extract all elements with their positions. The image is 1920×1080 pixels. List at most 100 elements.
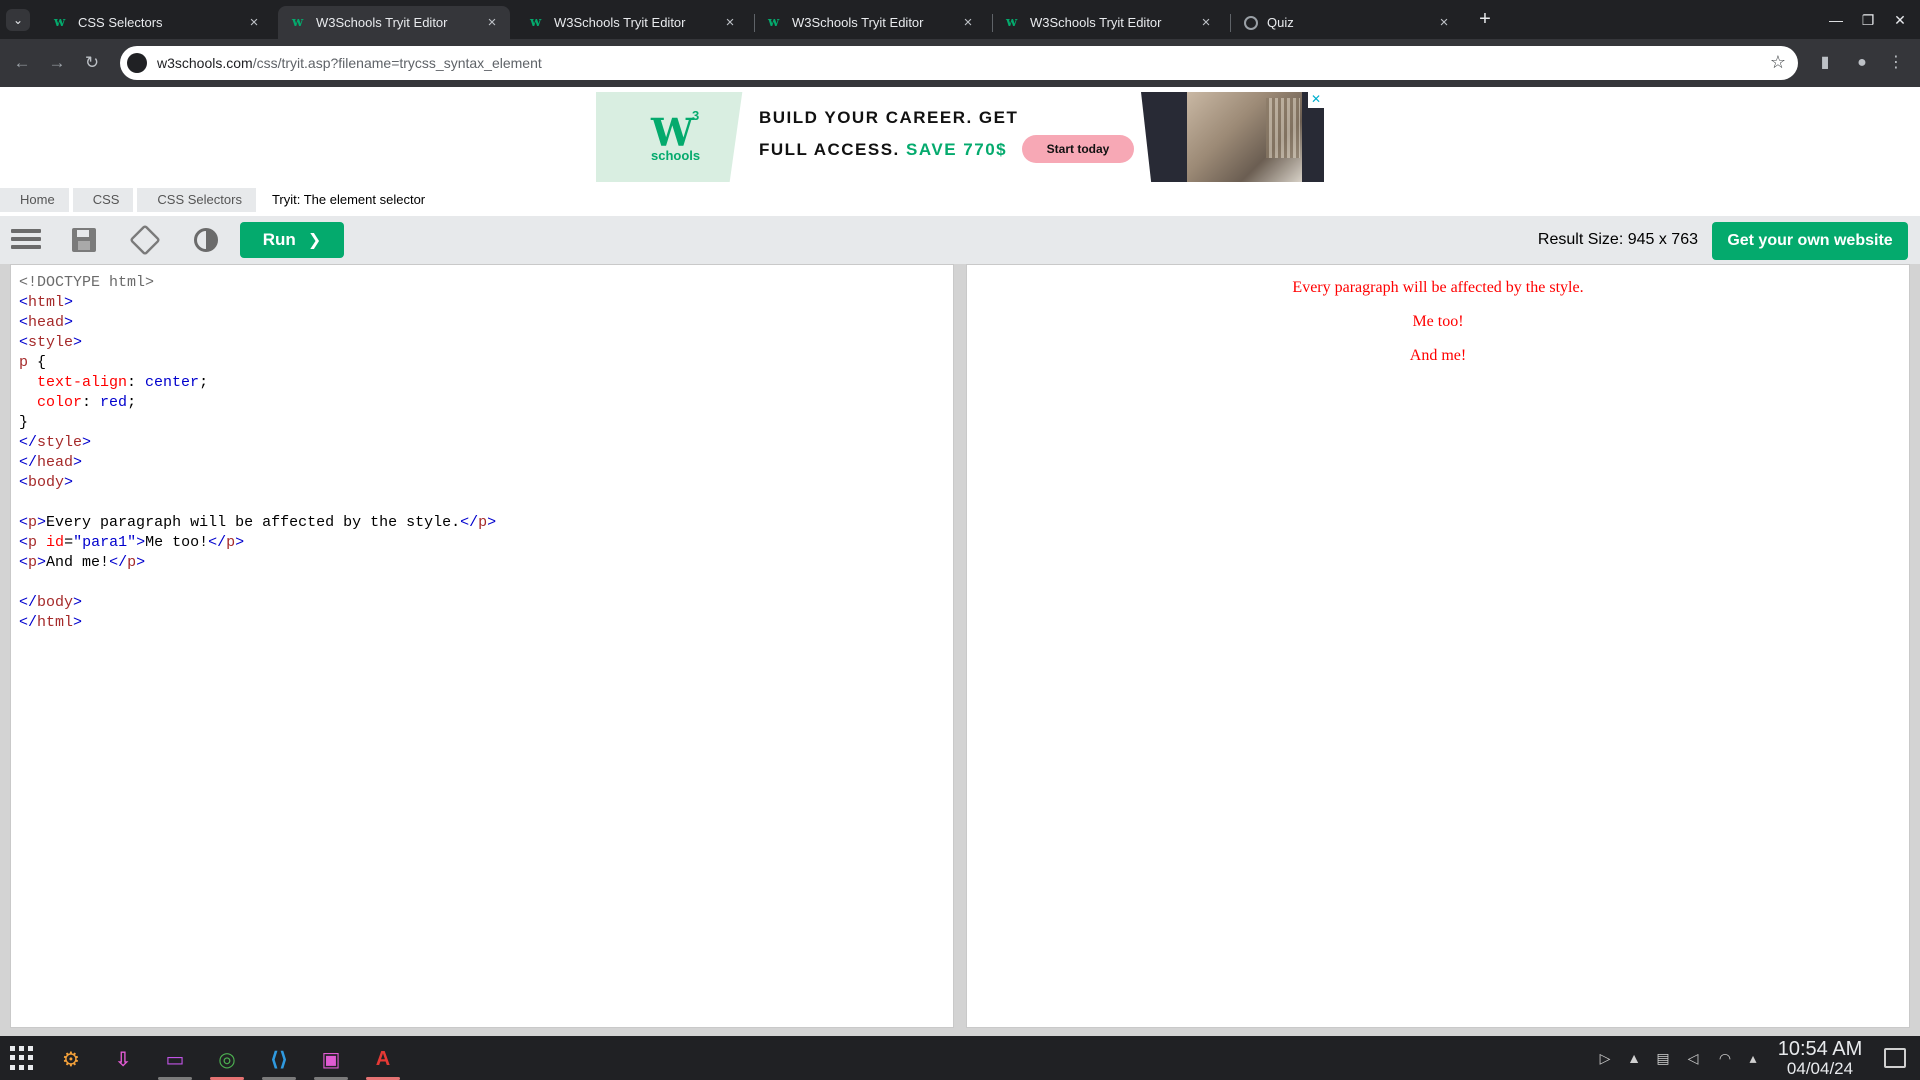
code-line[interactable]: </body> <box>19 593 945 613</box>
chevron-up-icon[interactable]: ▴ <box>1744 1049 1762 1067</box>
close-icon[interactable]: × <box>1196 14 1216 31</box>
tab-tryit-editor[interactable]: w W3Schools Tryit Editor × <box>516 6 748 39</box>
back-arrow-icon[interactable]: ← <box>10 51 34 75</box>
forward-arrow-icon[interactable]: → <box>45 51 69 75</box>
code-line[interactable]: <!DOCTYPE html> <box>19 273 945 293</box>
code-line[interactable]: </html> <box>19 613 945 633</box>
logo-text: schools <box>651 148 701 163</box>
tab-tryit-editor[interactable]: w W3Schools Tryit Editor × <box>992 6 1224 39</box>
breadcrumb-css-selectors[interactable]: CSS Selectors <box>137 188 256 212</box>
files-app-icon[interactable]: ▭ <box>158 1042 192 1076</box>
browser-toolbar: ← → ↻ w3schools.com/css/tryit.asp?filena… <box>0 39 1920 87</box>
rotate-layout-icon[interactable] <box>129 224 161 256</box>
browser-menu-icon[interactable]: ⋮ <box>1884 51 1908 75</box>
volume-icon[interactable]: ◁ <box>1684 1049 1702 1067</box>
run-button[interactable]: Run ❯ <box>240 222 344 258</box>
close-icon[interactable]: × <box>958 14 978 31</box>
text-editor-app-icon[interactable]: A <box>366 1042 400 1076</box>
chrome-app-icon[interactable]: ◎ <box>210 1042 244 1076</box>
image-viewer-app-icon[interactable]: ▣ <box>314 1042 348 1076</box>
window-close-icon[interactable]: ✕ <box>1886 8 1914 32</box>
code-token: < <box>19 534 29 551</box>
new-tab-button[interactable]: + <box>1472 8 1498 32</box>
maximize-icon[interactable]: ❐ <box>1854 8 1882 32</box>
close-icon[interactable]: × <box>482 14 502 31</box>
save-icon[interactable] <box>72 228 96 252</box>
os-taskbar: ⚙ ⇩ ▭ ◎ ⟨⟩ ▣ A ▷ ▲ ▤ ◁ ◠ ▴ 10:54 AM 04/04/24 <box>0 1036 1920 1080</box>
code-token: And me! <box>46 554 110 571</box>
code-line[interactable]: <style> <box>19 333 945 353</box>
code-line[interactable]: </style> <box>19 433 945 453</box>
code-line[interactable]: <p>And me!</p> <box>19 553 945 573</box>
close-icon[interactable]: × <box>720 14 740 31</box>
code-line[interactable]: </head> <box>19 453 945 473</box>
code-line[interactable]: color: red; <box>19 393 945 413</box>
media-play-icon[interactable]: ▷ <box>1596 1049 1614 1067</box>
ad-banner[interactable]: W 3 schools BUILD YOUR CAREER. GET FULL … <box>596 92 1324 182</box>
vlc-tray-icon[interactable]: ▲ <box>1625 1049 1643 1067</box>
code-token: p <box>28 514 38 531</box>
address-bar[interactable]: w3schools.com/css/tryit.asp?filename=try… <box>120 46 1798 80</box>
ad-photo-detail <box>1266 98 1300 158</box>
breadcrumb-home[interactable]: Home <box>0 188 69 212</box>
code-token: : <box>82 394 101 411</box>
minimize-icon[interactable]: — <box>1822 8 1850 32</box>
code-line[interactable]: <head> <box>19 313 945 333</box>
code-line[interactable] <box>19 493 945 513</box>
dark-mode-icon[interactable] <box>194 228 218 252</box>
code-token: id <box>46 534 65 551</box>
tab-tryit-editor-active[interactable]: w W3Schools Tryit Editor × <box>278 6 510 39</box>
side-panel-icon[interactable]: ▮ <box>1813 51 1837 75</box>
code-editor[interactable]: <!DOCTYPE html> <html> <head> <style> p { te… <box>10 264 954 1028</box>
show-desktop-icon[interactable] <box>1884 1048 1906 1068</box>
app-launcher-icon[interactable] <box>10 1046 34 1070</box>
clock-time[interactable]: 10:54 AM <box>1772 1039 1868 1059</box>
globe-icon <box>1244 15 1258 30</box>
vscode-app-icon[interactable]: ⟨⟩ <box>262 1042 296 1076</box>
code-token: p <box>19 354 29 371</box>
close-icon[interactable]: × <box>244 14 264 31</box>
downloads-app-icon[interactable]: ⇩ <box>106 1042 140 1076</box>
tab-title: Quiz <box>1267 15 1294 30</box>
code-token: ; <box>199 374 209 391</box>
ad-headline: FULL ACCESS. SAVE 770$ <box>759 140 1007 160</box>
code-line[interactable]: <body> <box>19 473 945 493</box>
code-token: < <box>19 554 29 571</box>
result-paragraph: And me! <box>1409 347 1467 364</box>
code-token: p <box>28 554 38 571</box>
code-token: > <box>64 294 74 311</box>
code-token: style <box>37 434 83 451</box>
code-line[interactable]: p { <box>19 353 945 373</box>
tab-css-selectors[interactable]: w CSS Selectors × <box>40 6 272 39</box>
profile-icon[interactable]: ● <box>1850 51 1874 75</box>
code-token: { <box>28 354 47 371</box>
site-info-icon[interactable] <box>127 53 147 73</box>
code-line[interactable]: <html> <box>19 293 945 313</box>
code-line[interactable] <box>19 573 945 593</box>
ad-close-icon[interactable]: ✕ <box>1308 92 1324 108</box>
clock-date[interactable]: 04/04/24 <box>1772 1059 1868 1079</box>
run-label: Run <box>262 230 296 249</box>
tab-search-icon[interactable]: ⌄ <box>6 9 30 31</box>
settings-app-icon[interactable]: ⚙ <box>54 1042 88 1076</box>
tab-tryit-editor[interactable]: w W3Schools Tryit Editor × <box>754 6 986 39</box>
clipboard-icon[interactable]: ▤ <box>1654 1049 1672 1067</box>
code-token: </ <box>19 454 38 471</box>
wifi-icon[interactable]: ◠ <box>1716 1049 1734 1067</box>
code-token: html <box>37 614 74 631</box>
code-line[interactable]: <p>Every paragraph will be affected by t… <box>19 513 945 533</box>
reload-icon[interactable]: ↻ <box>80 51 104 75</box>
start-today-button[interactable]: Start today <box>1022 135 1134 163</box>
tab-title: W3Schools Tryit Editor <box>316 15 448 30</box>
code-line[interactable]: <p id="para1">Me too!</p> <box>19 533 945 553</box>
close-icon[interactable]: × <box>1434 14 1454 31</box>
tab-quiz[interactable]: Quiz × <box>1230 6 1462 39</box>
code-token: red <box>100 394 128 411</box>
url-path: /css/tryit.asp?filename=trycss_syntax_el… <box>252 55 542 71</box>
get-your-own-website-button[interactable]: Get your own website <box>1712 222 1908 260</box>
menu-icon[interactable] <box>11 226 41 254</box>
code-line[interactable]: } <box>19 413 945 433</box>
bookmark-star-icon[interactable]: ☆ <box>1770 52 1786 73</box>
code-line[interactable]: text-align: center; <box>19 373 945 393</box>
breadcrumb-css[interactable]: CSS <box>72 188 134 212</box>
